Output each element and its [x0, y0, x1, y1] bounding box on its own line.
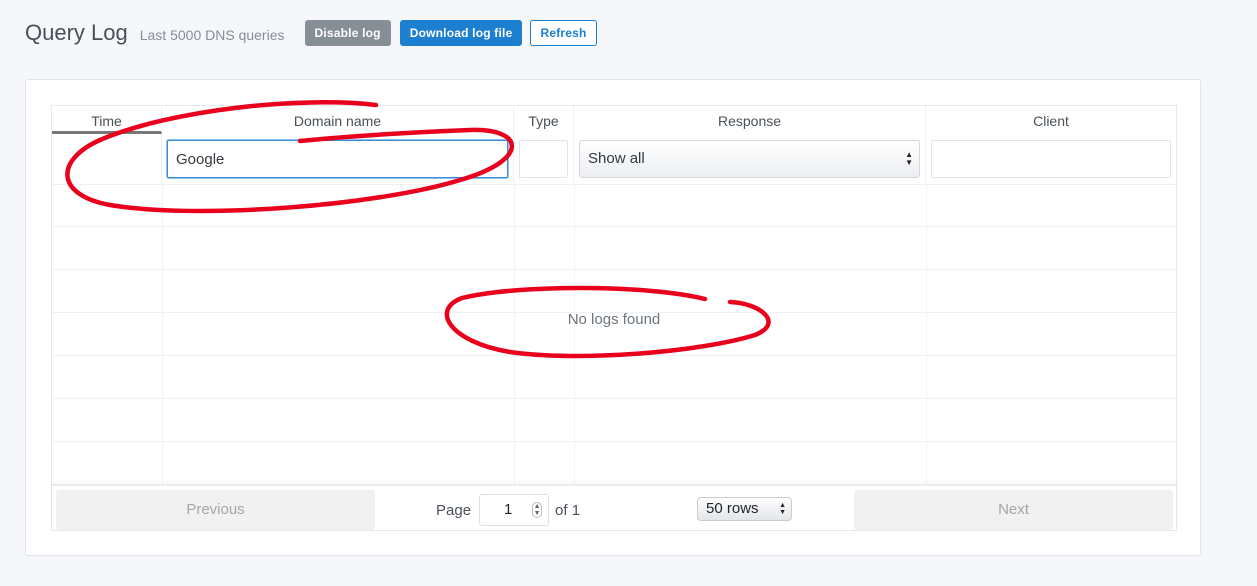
filter-cell-client — [926, 134, 1176, 184]
table-column-divider — [514, 184, 515, 484]
page-total-label: of 1 — [555, 501, 581, 519]
page-title: Query Log — [25, 20, 128, 45]
query-log-page: Query Log Last 5000 DNS queries Disable … — [0, 0, 1257, 586]
table-row-divider — [52, 441, 1176, 442]
table-row-divider — [52, 355, 1176, 356]
select-arrows-icon: ▲ ▼ — [905, 150, 913, 167]
filter-cell-response: Show all ▲ ▼ — [574, 134, 926, 184]
client-filter-input[interactable] — [931, 140, 1171, 178]
column-header-response[interactable]: Response — [574, 106, 926, 134]
no-logs-message: No logs found — [567, 311, 661, 328]
table-row-divider — [52, 269, 1176, 270]
query-log-table: Time Domain name Type Response Client Sh… — [51, 105, 1177, 531]
table-column-divider — [926, 184, 927, 484]
previous-page-button[interactable]: Previous — [56, 490, 375, 530]
table-row-divider — [52, 226, 1176, 227]
rows-per-page-select[interactable]: 50 rows ▲ ▼ — [697, 497, 792, 521]
response-filter-select[interactable]: Show all ▲ ▼ — [579, 140, 920, 178]
download-log-button[interactable]: Download log file — [399, 20, 523, 46]
column-header-domain[interactable]: Domain name — [162, 106, 514, 134]
filter-row: Show all ▲▼ — [52, 134, 1176, 184]
filter-cell-type — [514, 134, 574, 184]
table-column-divider — [162, 184, 163, 484]
query-log-card: Time Domain name Type Response Client Sh… — [25, 79, 1201, 556]
page-number-input[interactable]: 1 ▲ ▼ — [479, 494, 550, 526]
table-column-divider — [574, 184, 575, 484]
page-number-value: 1 — [504, 501, 513, 518]
table-row-divider — [52, 398, 1176, 399]
page-info: Page 1 ▲ ▼ of 1 — [436, 493, 580, 527]
page-header: Query Log Last 5000 DNS queries Disable … — [25, 18, 597, 48]
filter-cell-domain — [162, 134, 514, 184]
filter-cell-time — [52, 134, 162, 184]
response-filter-value: Show all — [588, 150, 645, 167]
table-header: Time Domain name Type Response Client — [52, 106, 1176, 134]
disable-log-button[interactable]: Disable log — [304, 20, 391, 46]
column-header-time[interactable]: Time — [52, 106, 162, 134]
column-header-client[interactable]: Client — [926, 106, 1176, 134]
pagination-bar: Previous Page 1 ▲ ▼ of 1 50 rows ▲ ▼ Next — [52, 484, 1176, 530]
column-header-type[interactable]: Type — [514, 106, 574, 134]
domain-filter-input[interactable] — [167, 140, 508, 178]
table-row-divider — [52, 184, 1176, 185]
type-filter-input[interactable] — [519, 140, 568, 178]
page-label: Page — [436, 501, 472, 519]
refresh-button[interactable]: Refresh — [530, 20, 597, 46]
spinner-icon[interactable]: ▲ ▼ — [532, 502, 543, 518]
select-arrows-icon: ▲ ▼ — [779, 502, 786, 516]
rows-per-page-value: 50 rows — [706, 500, 759, 517]
page-subtitle: Last 5000 DNS queries — [139, 27, 285, 43]
next-page-button[interactable]: Next — [854, 490, 1173, 530]
